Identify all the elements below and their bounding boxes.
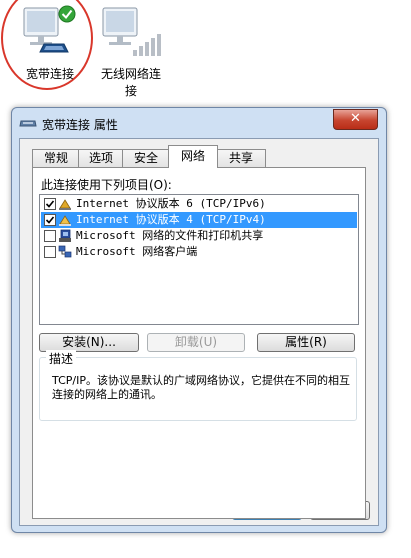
checkbox[interactable] bbox=[44, 214, 56, 226]
list-item-selected[interactable]: Internet 协议版本 4 (TCP/IPv4) bbox=[41, 212, 357, 228]
wireless-connection-icon bbox=[102, 7, 161, 56]
list-item[interactable]: Microsoft 网络客户端 bbox=[41, 244, 357, 260]
dialog-title: 宽带连接 属性 bbox=[42, 118, 118, 132]
desktop-icon-label: 宽带连接 bbox=[25, 67, 74, 81]
description-legend: 描述 bbox=[46, 350, 77, 367]
description-group: 描述 TCP/IP。该协议是默认的广域网络协议，它提供在不同的相互连接的网络上的… bbox=[39, 350, 357, 421]
list-item[interactable]: Microsoft 网络的文件和打印机共享 bbox=[41, 228, 357, 244]
checkbox[interactable] bbox=[44, 230, 56, 242]
checkmark-icon bbox=[45, 216, 55, 224]
list-item-label: Microsoft 网络的文件和打印机共享 bbox=[76, 229, 264, 242]
tab-general[interactable]: 常规 bbox=[32, 149, 80, 167]
protocol-icon bbox=[59, 215, 71, 226]
desktop-icon-broadband[interactable]: 宽带连接 bbox=[0, 0, 100, 100]
list-item[interactable]: Internet 协议版本 6 (TCP/IPv6) bbox=[41, 196, 357, 212]
network-tab-panel: 此连接使用下列项目(O): Internet 协议版本 6 (TCP/IPv6) bbox=[32, 167, 366, 519]
description-text: TCP/IP。该协议是默认的广域网络协议，它提供在不同的相互连接的网络上的通讯。 bbox=[52, 374, 350, 401]
close-button[interactable]: ✕ bbox=[333, 109, 378, 130]
properties-button[interactable]: 属性(R) bbox=[257, 333, 355, 352]
items-list[interactable]: Internet 协议版本 6 (TCP/IPv6) Internet 协议版本… bbox=[39, 194, 359, 325]
protocol-icon bbox=[59, 199, 71, 210]
checkbox[interactable] bbox=[44, 198, 56, 210]
network-connection-icon bbox=[19, 120, 37, 127]
desktop-icon-label: 无线网络连接 bbox=[100, 67, 161, 98]
uninstall-button[interactable]: 卸载(U) bbox=[147, 333, 245, 352]
list-item-label: Internet 协议版本 6 (TCP/IPv6) bbox=[76, 197, 266, 210]
properties-dialog: 宽带连接 属性 ✕ 常规 选项 安全 网络 共享 此连接使用下列项目(O): I… bbox=[11, 107, 387, 533]
desktop-icon-wireless[interactable]: 无线网络连接 bbox=[96, 0, 166, 100]
title-bar[interactable]: 宽带连接 属性 ✕ bbox=[12, 108, 386, 138]
list-item-label: Internet 协议版本 4 (TCP/IPv4) bbox=[76, 213, 266, 226]
tab-sharing[interactable]: 共享 bbox=[216, 149, 266, 167]
dialog-client-area: 常规 选项 安全 网络 共享 此连接使用下列项目(O): Internet 协议… bbox=[19, 138, 379, 526]
tab-security[interactable]: 安全 bbox=[122, 149, 170, 167]
network-client-icon bbox=[58, 245, 72, 258]
checkmark-icon bbox=[45, 200, 55, 208]
items-heading: 此连接使用下列项目(O): bbox=[41, 178, 172, 192]
list-item-label: Microsoft 网络客户端 bbox=[76, 245, 198, 258]
tab-network[interactable]: 网络 bbox=[168, 145, 218, 168]
checkbox[interactable] bbox=[44, 246, 56, 258]
tab-options[interactable]: 选项 bbox=[78, 149, 124, 167]
broadband-connection-icon bbox=[23, 5, 76, 53]
printer-sharing-icon bbox=[59, 229, 71, 242]
